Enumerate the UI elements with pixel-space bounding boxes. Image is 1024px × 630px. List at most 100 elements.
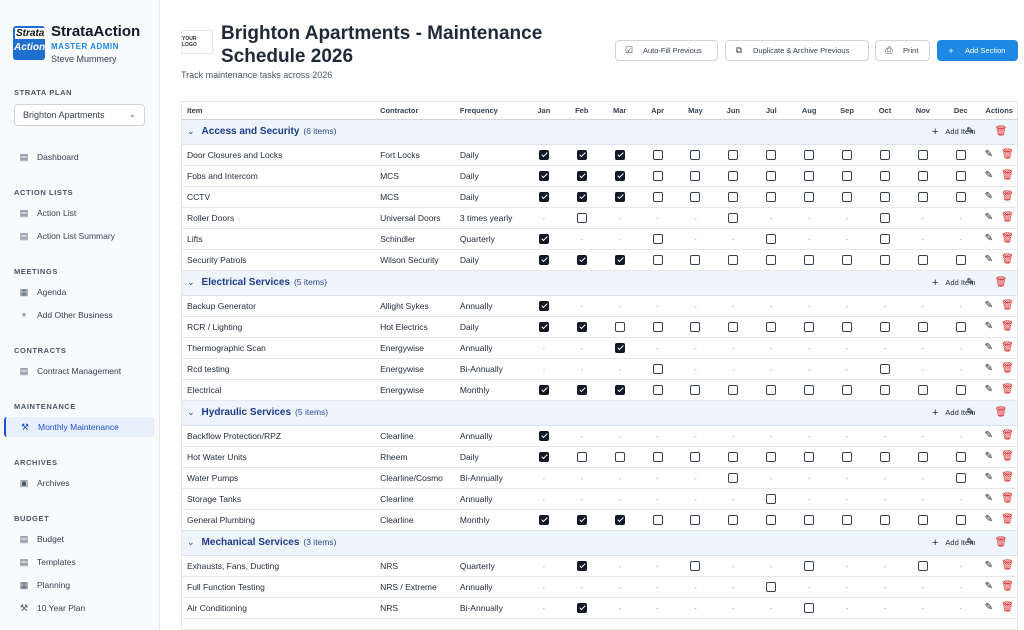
- trash-icon[interactable]: 🗑: [1001, 493, 1014, 504]
- trash-icon[interactable]: 🗑: [1001, 472, 1014, 483]
- duplicate-archive-button[interactable]: ⧉ Duplicate & Archive Previous: [725, 40, 869, 61]
- edit-icon[interactable]: ✎: [985, 149, 993, 160]
- edit-icon[interactable]: ✎: [985, 560, 993, 571]
- edit-icon[interactable]: ✎: [985, 233, 993, 244]
- checkbox-checked[interactable]: [614, 149, 625, 160]
- nav-budget[interactable]: ▤ Budget: [4, 529, 155, 549]
- checkbox-unchecked[interactable]: [879, 514, 890, 525]
- checkbox-unchecked[interactable]: [690, 191, 701, 202]
- nav-planning[interactable]: ▦ Planning: [4, 575, 155, 595]
- checkbox-unchecked[interactable]: [766, 321, 777, 332]
- nav-10-year-plan[interactable]: ⚒ 10 Year Plan: [4, 598, 155, 618]
- print-button[interactable]: ⎙ Print: [875, 40, 930, 61]
- checkbox-unchecked[interactable]: [842, 254, 853, 265]
- checkbox-unchecked[interactable]: [879, 233, 890, 244]
- checkbox-unchecked[interactable]: [576, 451, 587, 462]
- checkbox-unchecked[interactable]: [879, 149, 890, 160]
- chevron-down-icon[interactable]: ⌄: [187, 537, 195, 548]
- checkbox-unchecked[interactable]: [728, 321, 739, 332]
- checkbox-unchecked[interactable]: [804, 254, 815, 265]
- checkbox-unchecked[interactable]: [652, 363, 663, 374]
- trash-icon[interactable]: 🗑: [995, 537, 1008, 548]
- checkbox-unchecked[interactable]: [804, 451, 815, 462]
- trash-icon[interactable]: 🗑: [1001, 342, 1014, 353]
- trash-icon[interactable]: 🗑: [995, 407, 1008, 418]
- checkbox-unchecked[interactable]: [879, 384, 890, 395]
- trash-icon[interactable]: 🗑: [1001, 321, 1014, 332]
- edit-icon[interactable]: ✎: [985, 493, 993, 504]
- checkbox-unchecked[interactable]: [576, 212, 587, 223]
- checkbox-unchecked[interactable]: [842, 451, 853, 462]
- checkbox-unchecked[interactable]: [804, 384, 815, 395]
- checkbox-unchecked[interactable]: [652, 149, 663, 160]
- checkbox-checked[interactable]: [538, 300, 549, 311]
- checkbox-unchecked[interactable]: [917, 514, 928, 525]
- trash-icon[interactable]: 🗑: [1001, 300, 1014, 311]
- checkbox-unchecked[interactable]: [652, 451, 663, 462]
- checkbox-unchecked[interactable]: [804, 514, 815, 525]
- checkbox-unchecked[interactable]: [955, 451, 966, 462]
- checkbox-unchecked[interactable]: [690, 254, 701, 265]
- edit-icon[interactable]: ✎: [985, 254, 993, 265]
- checkbox-unchecked[interactable]: [728, 472, 739, 483]
- checkbox-unchecked[interactable]: [728, 170, 739, 181]
- checkbox-unchecked[interactable]: [652, 191, 663, 202]
- checkbox-unchecked[interactable]: [728, 212, 739, 223]
- edit-icon[interactable]: ✎: [985, 514, 993, 525]
- edit-icon[interactable]: ✎: [985, 430, 993, 441]
- checkbox-unchecked[interactable]: [842, 170, 853, 181]
- nav-action-list[interactable]: ▤ Action List: [4, 203, 155, 223]
- section-title-cell[interactable]: ⌄ Mechanical Services (3 items): [182, 530, 867, 556]
- checkbox-unchecked[interactable]: [614, 321, 625, 332]
- edit-icon[interactable]: ✎: [985, 191, 993, 202]
- checkbox-unchecked[interactable]: [652, 384, 663, 395]
- checkbox-unchecked[interactable]: [842, 514, 853, 525]
- checkbox-checked[interactable]: [576, 149, 587, 160]
- trash-icon[interactable]: 🗑: [1001, 560, 1014, 571]
- checkbox-unchecked[interactable]: [652, 254, 663, 265]
- trash-icon[interactable]: 🗑: [1001, 384, 1014, 395]
- edit-icon[interactable]: ✎: [985, 300, 993, 311]
- checkbox-unchecked[interactable]: [842, 149, 853, 160]
- edit-icon[interactable]: ✎: [966, 277, 974, 288]
- checkbox-unchecked[interactable]: [917, 191, 928, 202]
- checkbox-unchecked[interactable]: [879, 321, 890, 332]
- checkbox-unchecked[interactable]: [766, 384, 777, 395]
- checkbox-unchecked[interactable]: [917, 149, 928, 160]
- trash-icon[interactable]: 🗑: [1001, 170, 1014, 181]
- checkbox-unchecked[interactable]: [652, 321, 663, 332]
- checkbox-checked[interactable]: [538, 254, 549, 265]
- trash-icon[interactable]: 🗑: [1001, 149, 1014, 160]
- checkbox-unchecked[interactable]: [804, 149, 815, 160]
- checkbox-unchecked[interactable]: [804, 602, 815, 613]
- checkbox-unchecked[interactable]: [728, 384, 739, 395]
- nav-contract-management[interactable]: ▤ Contract Management: [4, 361, 155, 381]
- checkbox-unchecked[interactable]: [955, 321, 966, 332]
- checkbox-unchecked[interactable]: [955, 170, 966, 181]
- checkbox-unchecked[interactable]: [728, 149, 739, 160]
- checkbox-checked[interactable]: [576, 560, 587, 571]
- edit-icon[interactable]: ✎: [985, 451, 993, 462]
- edit-icon[interactable]: ✎: [985, 472, 993, 483]
- section-title-cell[interactable]: ⌄ Hydraulic Services (5 items): [182, 400, 867, 426]
- nav-dashboard[interactable]: ▤ Dashboard: [4, 147, 155, 167]
- trash-icon[interactable]: 🗑: [995, 126, 1008, 137]
- checkbox-checked[interactable]: [614, 514, 625, 525]
- checkbox-checked[interactable]: [576, 191, 587, 202]
- checkbox-checked[interactable]: [614, 170, 625, 181]
- section-title-cell[interactable]: ⌄ Access and Security (6 items): [182, 119, 867, 145]
- checkbox-unchecked[interactable]: [690, 321, 701, 332]
- trash-icon[interactable]: 🗑: [1001, 514, 1014, 525]
- strata-plan-select[interactable]: Brighton Apartments ⌄: [14, 104, 145, 126]
- checkbox-unchecked[interactable]: [690, 514, 701, 525]
- edit-icon[interactable]: ✎: [966, 407, 974, 418]
- checkbox-unchecked[interactable]: [917, 170, 928, 181]
- checkbox-unchecked[interactable]: [766, 581, 777, 592]
- checkbox-unchecked[interactable]: [879, 363, 890, 374]
- trash-icon[interactable]: 🗑: [1001, 233, 1014, 244]
- checkbox-unchecked[interactable]: [804, 560, 815, 571]
- checkbox-checked[interactable]: [538, 191, 549, 202]
- chevron-down-icon[interactable]: ⌄: [187, 126, 195, 137]
- checkbox-unchecked[interactable]: [804, 321, 815, 332]
- checkbox-checked[interactable]: [576, 321, 587, 332]
